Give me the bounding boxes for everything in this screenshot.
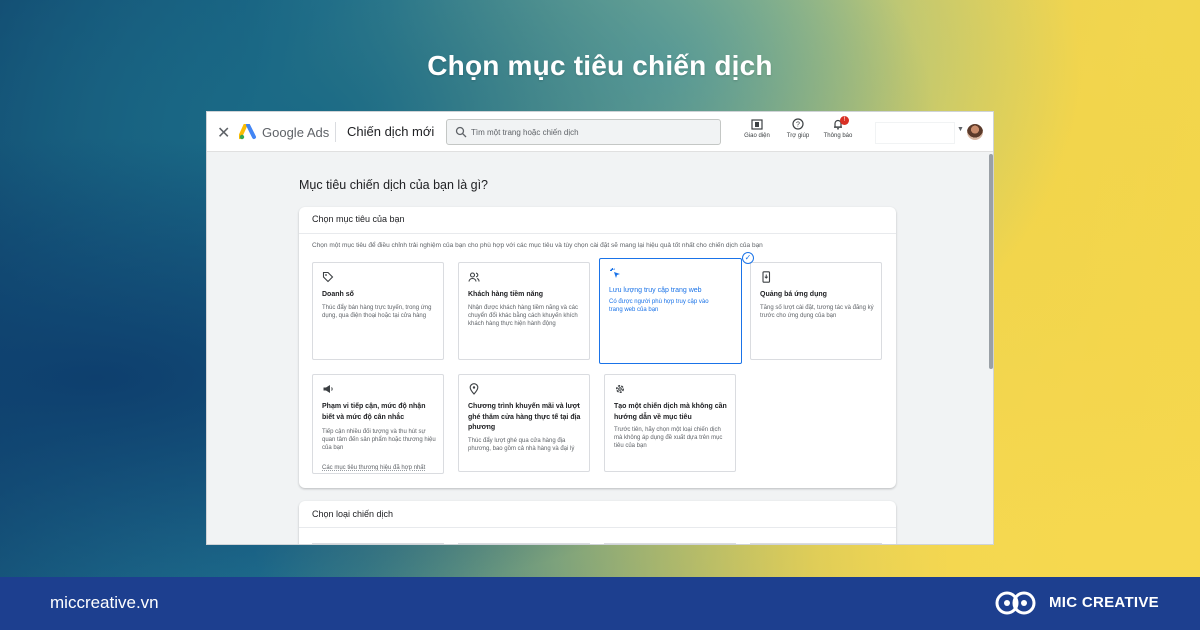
selected-check-icon: ✓ bbox=[742, 252, 754, 264]
goal-card-title: Chọn mục tiêu của bạn bbox=[312, 214, 405, 224]
search-placeholder: Tìm một trang hoặc chiến dịch bbox=[471, 128, 579, 137]
divider bbox=[299, 233, 896, 234]
svg-text:?: ? bbox=[796, 122, 800, 129]
campaign-type-card-title: Chọn loại chiến dịch bbox=[312, 509, 394, 519]
help-button[interactable]: ? Trợ giúp bbox=[778, 118, 818, 139]
product-name: Google Ads bbox=[262, 125, 330, 140]
footer-bar: miccreative.vn MIC CREATIVE bbox=[0, 577, 1200, 630]
location-pin-icon bbox=[469, 383, 479, 395]
merged-brand-goals-link[interactable]: Các mục tiêu thương hiệu đã hợp nhất bbox=[322, 465, 440, 473]
goal-description: Thúc đẩy bán hàng trực tuyến, trong ứng … bbox=[322, 305, 432, 319]
campaign-type-option[interactable] bbox=[458, 543, 590, 544]
cursor-click-icon bbox=[610, 268, 620, 278]
goal-option-website-traffic[interactable]: Lưu lượng truy cập trang web Có được ngư… bbox=[599, 258, 742, 364]
tag-icon bbox=[322, 271, 334, 283]
goal-description: Trước tiên, hãy chọn một loại chiến dịch… bbox=[614, 427, 723, 449]
goal-title: Tạo một chiến dịch mà không cần hướng dẫ… bbox=[614, 403, 727, 421]
top-app-bar: ✕ Google Ads Chiến dịch mới Tìm một tran… bbox=[207, 112, 993, 152]
footer-website[interactable]: miccreative.vn bbox=[50, 593, 159, 613]
goal-option-leads[interactable]: Khách hàng tiềm năng Nhận được khách hàn… bbox=[458, 262, 590, 360]
google-ads-logo-icon bbox=[239, 124, 256, 140]
account-selector[interactable] bbox=[875, 122, 955, 144]
goal-title: Chương trình khuyến mãi và lượt ghé thăm… bbox=[468, 403, 581, 431]
gear-icon bbox=[615, 384, 625, 394]
avatar[interactable] bbox=[967, 124, 983, 140]
goal-option-app-promotion[interactable]: Quảng bá ứng dụng Tăng số lượt cài đặt, … bbox=[750, 262, 882, 360]
appearance-button[interactable]: Giao diện bbox=[737, 118, 777, 139]
people-icon bbox=[468, 272, 480, 282]
goal-title: Khách hàng tiềm năng bbox=[468, 291, 544, 298]
scrollbar[interactable] bbox=[989, 154, 993, 369]
notification-badge: ! bbox=[840, 116, 849, 125]
goal-title: Lưu lượng truy cập trang web bbox=[609, 287, 702, 294]
megaphone-icon bbox=[323, 385, 333, 393]
notifications-label: Thông báo bbox=[823, 133, 853, 139]
goal-option-no-guidance[interactable]: Tạo một chiến dịch mà không cần hướng dẫ… bbox=[604, 374, 736, 472]
footer-brand-name: MIC CREATIVE bbox=[1049, 594, 1159, 611]
close-icon[interactable]: ✕ bbox=[217, 123, 230, 143]
goal-option-awareness[interactable]: Phạm vi tiếp cận, mức độ nhận biết và mứ… bbox=[312, 374, 444, 474]
google-ads-screenshot: ✕ Google Ads Chiến dịch mới Tìm một tran… bbox=[206, 111, 994, 545]
campaign-type-option[interactable] bbox=[312, 543, 444, 544]
campaign-type-option[interactable] bbox=[604, 543, 736, 544]
goal-option-local-store-visits[interactable]: Chương trình khuyến mãi và lượt ghé thăm… bbox=[458, 374, 590, 472]
appearance-icon bbox=[751, 119, 763, 130]
search-icon bbox=[455, 126, 467, 138]
goal-selection-card: Chọn mục tiêu của bạn Chọn một mục tiêu … bbox=[299, 207, 896, 488]
phone-download-icon bbox=[762, 271, 771, 283]
search-input[interactable]: Tìm một trang hoặc chiến dịch bbox=[446, 119, 721, 145]
goal-title: Phạm vi tiếp cận, mức độ nhận biết và mứ… bbox=[322, 403, 426, 421]
mic-creative-logo-icon bbox=[995, 591, 1036, 615]
goal-description: Nhận được khách hàng tiềm năng và các ch… bbox=[468, 305, 579, 327]
goal-title: Doanh số bbox=[322, 291, 354, 298]
goal-title: Quảng bá ứng dụng bbox=[760, 291, 827, 298]
goal-description: Có được người phù hợp truy cập vào trang… bbox=[609, 299, 709, 313]
notifications-button[interactable]: ! Thông báo bbox=[818, 116, 858, 139]
help-icon: ? bbox=[792, 118, 804, 130]
campaign-type-option[interactable] bbox=[750, 543, 882, 544]
divider bbox=[335, 122, 336, 142]
headline: Chọn mục tiêu chiến dịch bbox=[427, 50, 773, 81]
goal-description: Tăng số lượt cài đặt, tương tác và đăng … bbox=[760, 305, 874, 319]
chevron-down-icon[interactable]: ▼ bbox=[957, 126, 964, 133]
goal-description: Tiếp cận nhiều đối tượng và thu hút sự q… bbox=[322, 429, 436, 451]
divider bbox=[299, 527, 896, 528]
campaign-type-card: Chọn loại chiến dịch bbox=[299, 501, 896, 544]
appearance-label: Giao diện bbox=[744, 133, 770, 139]
goal-option-sales[interactable]: Doanh số Thúc đẩy bán hàng trực tuyến, t… bbox=[312, 262, 444, 360]
goal-card-description: Chọn một mục tiêu để điều chỉnh trải ngh… bbox=[312, 242, 763, 249]
section-question: Mục tiêu chiến dịch của bạn là gì? bbox=[299, 178, 489, 192]
page-title: Chiến dịch mới bbox=[347, 124, 435, 139]
help-label: Trợ giúp bbox=[786, 133, 810, 139]
goal-description: Thúc đẩy lượt ghé qua cửa hàng địa phươn… bbox=[468, 438, 575, 452]
